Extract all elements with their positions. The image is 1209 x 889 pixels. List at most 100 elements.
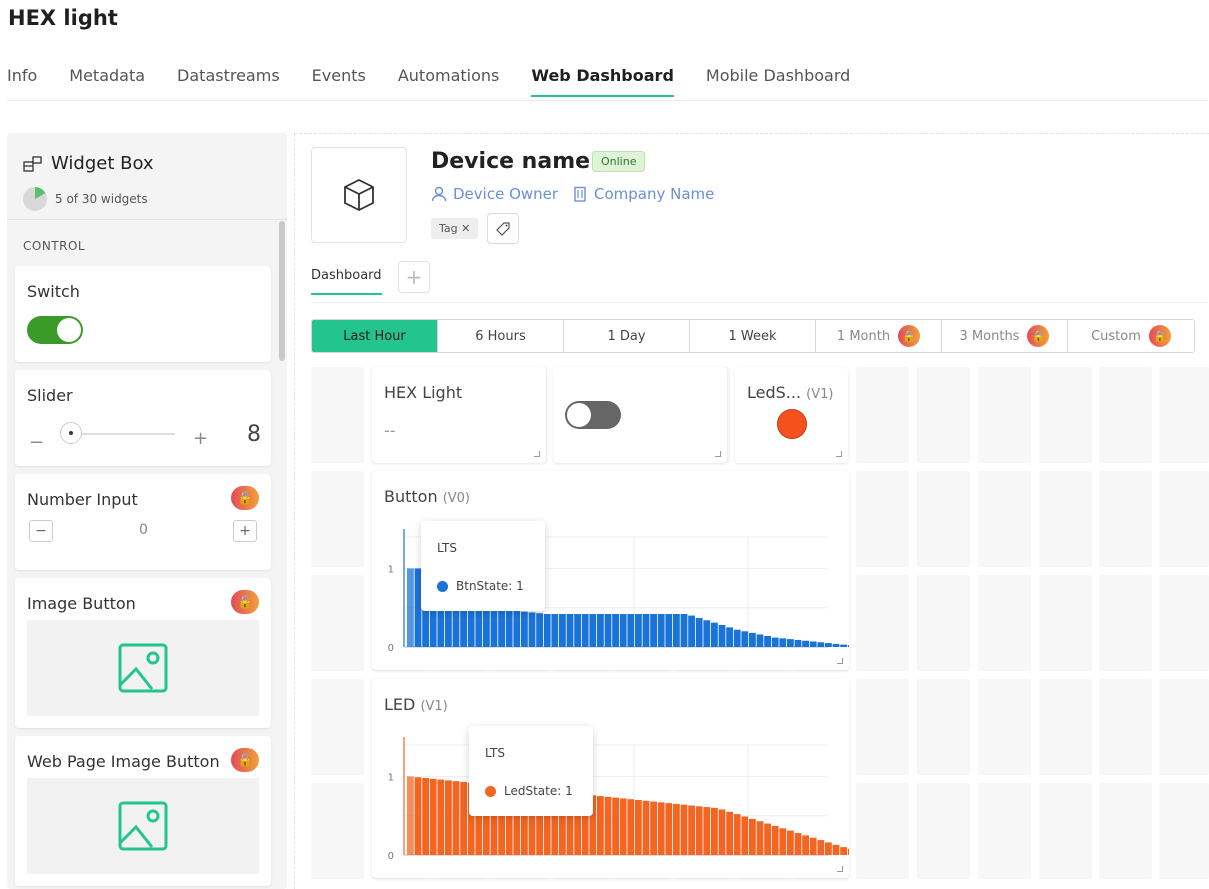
grid-cell <box>1039 575 1092 671</box>
tab-datastreams[interactable]: Datastreams <box>177 66 280 97</box>
close-icon[interactable]: ✕ <box>461 222 470 235</box>
widget-web-page-image-button[interactable]: Web Page Image Button 🔓 <box>15 736 271 886</box>
grid-cell <box>311 575 364 671</box>
tile-hex-light[interactable]: HEX Light -- <box>372 367 546 463</box>
plus-icon[interactable]: + <box>193 428 208 449</box>
led-chart[interactable]: 01 <box>372 679 849 878</box>
chart-bar <box>642 614 650 647</box>
tile-switch[interactable] <box>553 367 727 463</box>
switch-toggle[interactable] <box>27 316 83 344</box>
chart-bar <box>536 613 543 647</box>
time-range-1-day[interactable]: 1 Day <box>564 320 690 352</box>
chart-bar <box>688 805 695 855</box>
chart-bar <box>825 643 832 647</box>
resize-handle[interactable] <box>837 658 843 664</box>
grid-cell <box>1159 471 1209 567</box>
chart-bar <box>809 641 817 647</box>
increment-button[interactable]: + <box>233 520 257 542</box>
time-range-6-hours[interactable]: 6 Hours <box>438 320 564 352</box>
scrollbar[interactable] <box>279 221 285 361</box>
device-name: Device name <box>431 149 591 174</box>
status-badge: Online <box>592 151 646 172</box>
y-tick-label: 0 <box>388 643 394 654</box>
chart-bar <box>703 807 711 855</box>
device-owner-link[interactable]: Device Owner <box>431 185 558 203</box>
time-range-label: Last Hour <box>343 328 406 344</box>
minus-icon[interactable]: − <box>29 432 44 453</box>
switch-toggle[interactable] <box>565 401 621 429</box>
decrement-button[interactable]: − <box>29 520 53 542</box>
series-dot <box>485 785 496 797</box>
cube-icon <box>344 178 374 212</box>
grid-cell <box>1039 679 1092 775</box>
time-range-1-week[interactable]: 1 Week <box>690 320 816 352</box>
grid-cell <box>856 367 909 463</box>
tile-led-state[interactable]: LedS... (V1) <box>735 367 848 463</box>
grid-cell <box>917 575 970 671</box>
time-range-1-month[interactable]: 1 Month 🔒 <box>816 320 942 352</box>
y-tick-label: 0 <box>388 851 394 862</box>
tag-chip[interactable]: Tag ✕ <box>431 218 479 239</box>
add-tag-button[interactable] <box>487 213 519 244</box>
divider <box>7 219 287 220</box>
widget-label: Number Input <box>27 490 138 509</box>
widget-number-input[interactable]: Number Input 🔓 − 0 + <box>15 474 271 570</box>
chart-bar <box>688 615 695 647</box>
widget-image-button[interactable]: Image Button 🔓 <box>15 578 271 728</box>
chart-bar <box>437 779 445 855</box>
tooltip-row: BtnState: 1 <box>437 579 524 593</box>
tab-web-dashboard[interactable]: Web Dashboard <box>531 66 674 97</box>
resize-handle[interactable] <box>534 451 540 457</box>
tooltip-title: LTS <box>437 541 457 555</box>
chart-bar <box>414 777 422 855</box>
chart-bar <box>809 837 817 855</box>
grid-cell <box>1039 471 1092 567</box>
chart-bar <box>847 848 849 855</box>
widget-box-title: Widget Box <box>51 153 154 174</box>
chart-bar <box>787 830 794 855</box>
lock-icon: 🔒 <box>898 325 921 347</box>
grid-cell <box>311 679 364 775</box>
widget-slider[interactable]: Slider − + 8 <box>15 370 271 466</box>
slider-handle[interactable] <box>60 422 82 444</box>
tile-led-chart[interactable]: LED (V1) 01 LTS LedState: 1 <box>372 679 849 878</box>
widget-switch[interactable]: Switch <box>15 266 271 362</box>
chart-bar <box>764 823 771 855</box>
resize-handle[interactable] <box>836 451 842 457</box>
tab-automations[interactable]: Automations <box>398 66 500 97</box>
slider-track[interactable] <box>71 433 175 435</box>
widget-label: Image Button <box>27 594 136 613</box>
grid-cell <box>311 783 364 879</box>
tab-mobile-dashboard[interactable]: Mobile Dashboard <box>706 66 850 97</box>
device-image[interactable] <box>311 147 407 243</box>
chart-bar <box>673 614 680 647</box>
chart-bar <box>832 844 840 855</box>
tab-dashboard[interactable]: Dashboard <box>311 268 382 295</box>
y-tick-label: 1 <box>388 772 394 783</box>
tab-info[interactable]: Info <box>7 66 37 97</box>
time-range-selector: Last Hour 6 Hours 1 Day 1 Week 1 Month 🔒 … <box>311 319 1195 353</box>
add-tab-button[interactable]: + <box>398 261 430 293</box>
resize-handle[interactable] <box>837 866 843 872</box>
series-dot <box>437 580 448 592</box>
tab-metadata[interactable]: Metadata <box>69 66 145 97</box>
tile-button-chart[interactable]: Button (V0) 01 LTS BtnState: 1 <box>372 471 849 670</box>
chart-bar <box>521 611 528 647</box>
time-range-3-months[interactable]: 3 Months 🔒 <box>942 320 1068 352</box>
chart-bar <box>749 632 756 647</box>
chart-bar <box>445 780 452 855</box>
tab-events[interactable]: Events <box>312 66 366 97</box>
grid-cell <box>1099 575 1152 671</box>
chart-bar <box>817 840 825 855</box>
time-range-custom[interactable]: Custom 🔒 <box>1068 320 1194 352</box>
main-tabs: Info Metadata Datastreams Events Automat… <box>7 66 882 97</box>
time-range-label: 3 Months <box>959 328 1020 344</box>
chart-bar <box>680 614 688 647</box>
section-label-control: CONTROL <box>23 239 86 253</box>
image-icon <box>118 643 168 693</box>
company-link[interactable]: Company Name <box>572 185 714 203</box>
resize-handle[interactable] <box>715 451 721 457</box>
chart-bar <box>635 614 642 647</box>
tooltip-value: BtnState: 1 <box>456 579 524 593</box>
time-range-last-hour[interactable]: Last Hour <box>312 320 438 352</box>
